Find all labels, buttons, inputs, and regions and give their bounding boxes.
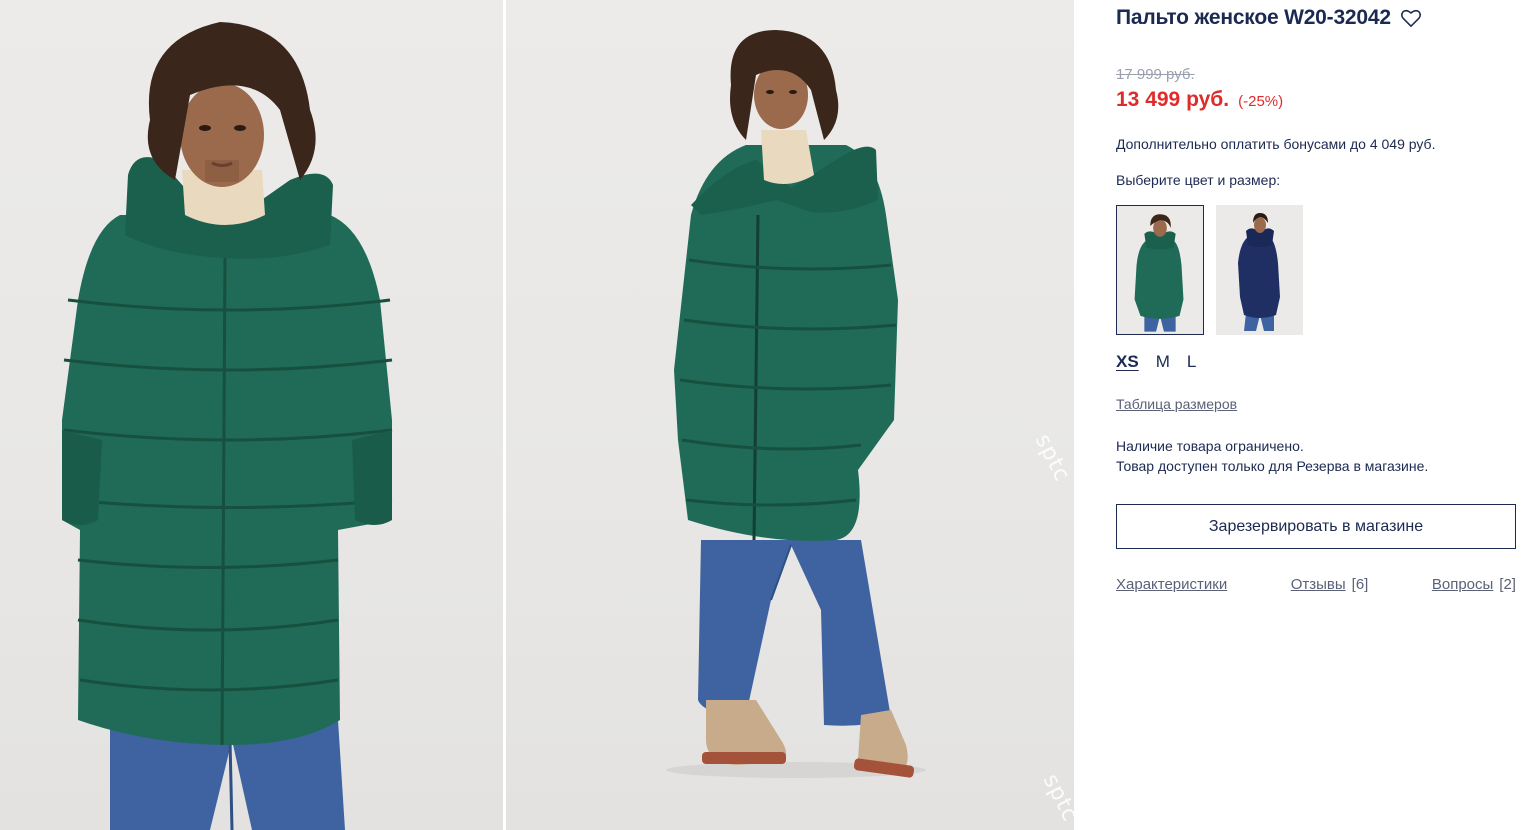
bonus-text: Дополнительно оплатить бонусами до 4 049… — [1116, 136, 1436, 152]
tab-reviews-label: Отзывы — [1290, 576, 1346, 593]
tab-characteristics-label: Характеристики — [1116, 576, 1228, 593]
size-option-l[interactable]: L — [1187, 352, 1196, 372]
choose-label: Выберите цвет и размер: — [1116, 172, 1281, 188]
size-table-link[interactable]: Таблица размеров — [1116, 396, 1237, 412]
product-title: Пальто женское W20-32042 — [1116, 6, 1391, 29]
model-full-illustration — [666, 30, 926, 778]
stock-line-2: Товар доступен только для Резерва в мага… — [1116, 458, 1429, 474]
stock-line-1: Наличие товара ограничено. — [1116, 438, 1304, 454]
reserve-button[interactable]: Зарезервировать в магазине — [1116, 504, 1516, 549]
tab-characteristics[interactable]: Характеристики — [1116, 576, 1227, 593]
size-selector: XS M L — [1116, 352, 1196, 372]
size-option-xs[interactable]: XS — [1116, 352, 1139, 372]
product-photo-front[interactable] — [0, 0, 503, 830]
color-swatch-green[interactable] — [1116, 205, 1204, 335]
current-price: 13 499 руб. — [1116, 88, 1230, 111]
tab-questions-label: Вопросы — [1431, 576, 1494, 593]
product-tabs: Характеристики Отзывы [6] Вопросы [2] — [1116, 576, 1516, 593]
model-front-illustration — [62, 22, 393, 830]
tab-questions[interactable]: Вопросы [2] — [1432, 576, 1516, 593]
size-option-m[interactable]: M — [1156, 352, 1170, 372]
product-photo-full[interactable] — [506, 0, 1074, 830]
stock-notice: Наличие товара ограничено. Товар доступе… — [1116, 436, 1428, 476]
price-row: 13 499 руб. (-25%) — [1116, 88, 1283, 112]
heart-icon[interactable] — [1400, 8, 1422, 28]
swatch-navy-image — [1238, 213, 1280, 331]
tab-questions-count: [2] — [1499, 576, 1516, 593]
title-row: Пальто женское W20-32042 — [1116, 6, 1422, 30]
tab-reviews-count: [6] — [1351, 576, 1369, 593]
tab-reviews[interactable]: Отзывы [6] — [1291, 576, 1369, 593]
color-swatch-navy[interactable] — [1216, 205, 1303, 335]
old-price: 17 999 руб. — [1116, 66, 1195, 83]
swatch-green-image — [1134, 214, 1184, 332]
discount-badge: (-25%) — [1238, 93, 1284, 110]
product-info-panel: Пальто женское W20-32042 17 999 руб. 13 … — [1116, 0, 1516, 830]
